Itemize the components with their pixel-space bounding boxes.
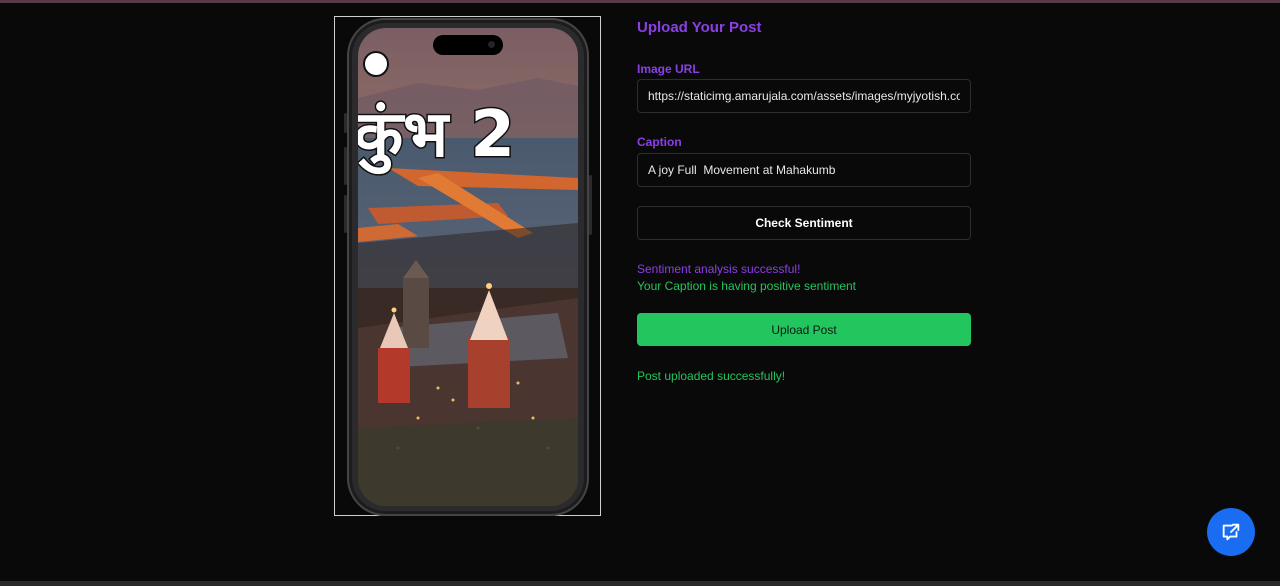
preview-overlay-text: कुंभ 2 <box>358 98 515 175</box>
upload-post-button[interactable]: Upload Post <box>637 313 971 346</box>
image-url-input[interactable] <box>637 79 971 113</box>
post-image: कुंभ 2 <box>358 28 578 506</box>
top-border <box>0 0 1280 3</box>
caption-input[interactable] <box>637 153 971 187</box>
floating-action-button[interactable] <box>1207 508 1255 556</box>
sentiment-status-message: Sentiment analysis successful! <box>637 262 801 276</box>
check-sentiment-button[interactable]: Check Sentiment <box>637 206 971 240</box>
phone-dynamic-island <box>433 35 503 55</box>
bottom-border <box>0 581 1280 586</box>
upload-status-message: Post uploaded successfully! <box>637 369 786 383</box>
caption-label: Caption <box>637 135 682 149</box>
page-title: Upload Your Post <box>637 19 762 36</box>
sentiment-result-message: Your Caption is having positive sentimen… <box>637 279 857 293</box>
phone-side-button <box>589 175 592 235</box>
post-preview: कुंभ 2 <box>334 16 601 516</box>
mahakumbh-photo: कुंभ 2 <box>358 28 578 506</box>
image-url-label: Image URL <box>637 62 700 76</box>
camera-icon <box>488 41 495 48</box>
external-chat-icon <box>1222 523 1240 541</box>
